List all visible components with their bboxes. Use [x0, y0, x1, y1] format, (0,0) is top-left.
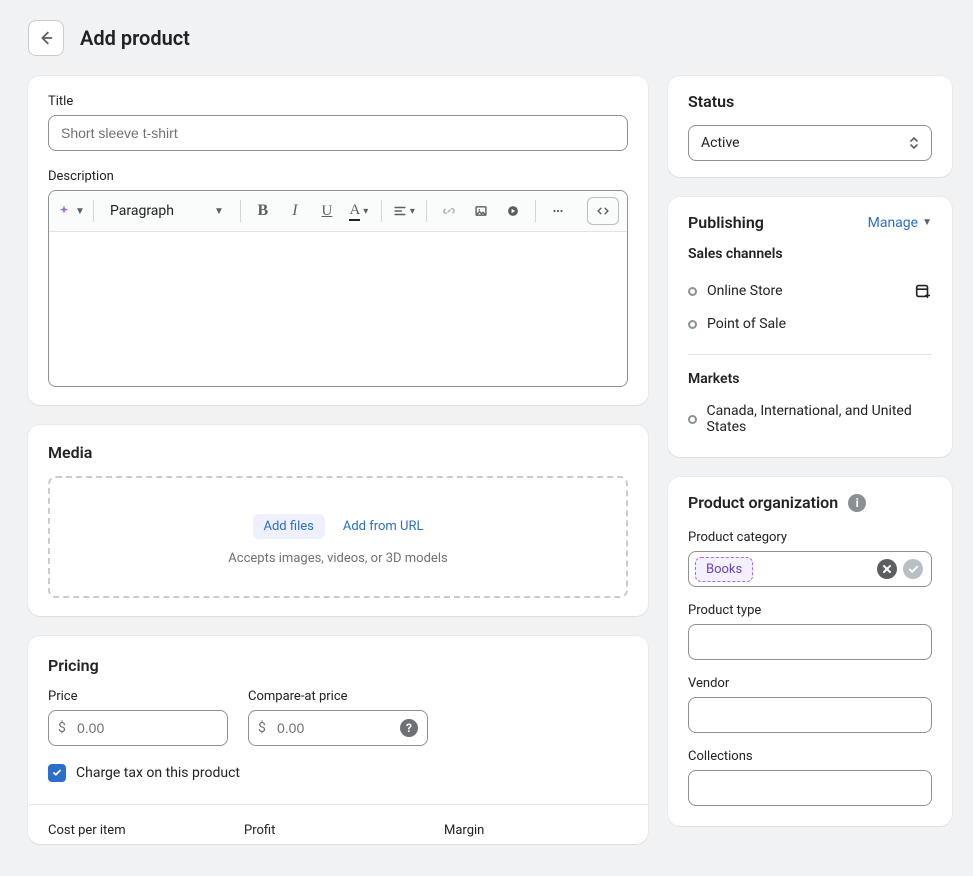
charge-tax-label: Charge tax on this product [76, 765, 240, 781]
channel-point-of-sale: Point of Sale [688, 308, 932, 340]
media-card: Media Add files Add from URL Accepts ima… [28, 425, 648, 616]
select-arrows-icon [909, 136, 919, 150]
markets-value-row: Canada, International, and United States [688, 399, 932, 441]
code-icon [596, 204, 610, 218]
currency-symbol: $ [258, 720, 266, 736]
ellipsis-icon [551, 204, 565, 218]
media-heading: Media [48, 443, 628, 462]
product-type-input[interactable] [688, 624, 932, 660]
clear-category-button[interactable] [877, 559, 897, 579]
info-icon[interactable]: i [848, 494, 866, 512]
organization-heading: Product organization [688, 493, 838, 512]
link-icon [442, 204, 456, 218]
add-from-url-button[interactable]: Add from URL [343, 519, 424, 534]
status-select[interactable]: Active [688, 125, 932, 161]
product-category-input[interactable]: Books [688, 551, 932, 587]
chevron-down-icon: ▾ [363, 206, 368, 217]
check-icon [908, 564, 919, 575]
ai-assist-button[interactable]: ▼ [57, 197, 85, 225]
more-button[interactable] [544, 197, 572, 225]
html-source-button[interactable] [587, 197, 619, 225]
pricing-heading: Pricing [48, 656, 628, 675]
charge-tax-checkbox[interactable] [48, 764, 66, 782]
publishing-heading: Publishing [688, 213, 764, 232]
sales-channels-heading: Sales channels [688, 246, 932, 262]
video-button[interactable] [499, 197, 527, 225]
product-basics-card: Title Description ▼ Paragraph ▼ [28, 76, 648, 405]
check-icon [51, 767, 63, 779]
schedule-button[interactable] [914, 282, 932, 300]
align-button[interactable]: ▾ [390, 197, 418, 225]
back-button[interactable] [28, 20, 64, 56]
cost-per-item-label: Cost per item [48, 823, 244, 838]
title-label: Title [48, 94, 628, 109]
margin-label: Margin [444, 823, 628, 838]
publishing-card: Publishing Manage ▼ Sales channels Onlin… [668, 197, 952, 457]
paragraph-style-select[interactable]: Paragraph ▼ [102, 197, 232, 225]
chevron-down-icon: ▼ [75, 206, 85, 217]
underline-button[interactable]: U [313, 197, 341, 225]
title-input[interactable] [48, 115, 628, 151]
vendor-label: Vendor [688, 676, 932, 691]
chevron-down-icon: ▾ [410, 206, 415, 217]
confirm-category-button[interactable] [903, 559, 923, 579]
sparkle-icon [57, 204, 71, 218]
italic-button[interactable]: I [281, 197, 309, 225]
channel-online-store: Online Store [688, 274, 932, 308]
description-label: Description [48, 169, 628, 184]
close-icon [882, 564, 892, 574]
calendar-plus-icon [914, 282, 932, 300]
chevron-down-icon: ▼ [214, 206, 224, 217]
price-label: Price [48, 689, 228, 704]
rte-toolbar: ▼ Paragraph ▼ B I U A ▾ [49, 191, 627, 232]
manage-publishing-button[interactable]: Manage ▼ [868, 215, 932, 231]
italic-icon: I [292, 202, 297, 220]
collections-label: Collections [688, 749, 932, 764]
text-color-button[interactable]: A ▾ [345, 197, 373, 225]
product-category-label: Product category [688, 530, 932, 545]
vendor-input[interactable] [688, 697, 932, 733]
markets-heading: Markets [688, 371, 932, 387]
bold-icon: B [258, 202, 269, 220]
link-button[interactable] [435, 197, 463, 225]
text-color-icon: A [349, 202, 360, 221]
help-icon[interactable]: ? [400, 719, 418, 737]
description-textarea[interactable] [49, 232, 627, 386]
currency-symbol: $ [58, 720, 66, 736]
compare-at-label: Compare-at price [248, 689, 428, 704]
pricing-card: Pricing Price $ Compare-at price $ [28, 636, 648, 844]
product-organization-card: Product organization i Product category … [668, 477, 952, 826]
category-chip[interactable]: Books [695, 557, 753, 582]
profit-label: Profit [244, 823, 444, 838]
image-icon [474, 204, 488, 218]
media-dropzone[interactable]: Add files Add from URL Accepts images, v… [48, 476, 628, 598]
status-ring-icon [688, 415, 697, 424]
status-ring-icon [688, 287, 697, 296]
add-files-button[interactable]: Add files [253, 514, 325, 539]
play-circle-icon [506, 204, 520, 218]
bold-button[interactable]: B [249, 197, 277, 225]
chevron-down-icon: ▼ [922, 217, 932, 228]
underline-icon: U [321, 203, 332, 220]
arrow-left-icon [37, 29, 55, 47]
collections-input[interactable] [688, 770, 932, 806]
status-heading: Status [688, 92, 932, 111]
align-left-icon [393, 204, 407, 218]
price-input[interactable] [48, 710, 228, 746]
status-card: Status Active [668, 76, 952, 177]
media-hint: Accepts images, videos, or 3D models [60, 551, 616, 566]
page-title: Add product [80, 26, 190, 50]
status-ring-icon [688, 320, 697, 329]
image-button[interactable] [467, 197, 495, 225]
product-type-label: Product type [688, 603, 932, 618]
description-editor: ▼ Paragraph ▼ B I U A ▾ [48, 190, 628, 387]
